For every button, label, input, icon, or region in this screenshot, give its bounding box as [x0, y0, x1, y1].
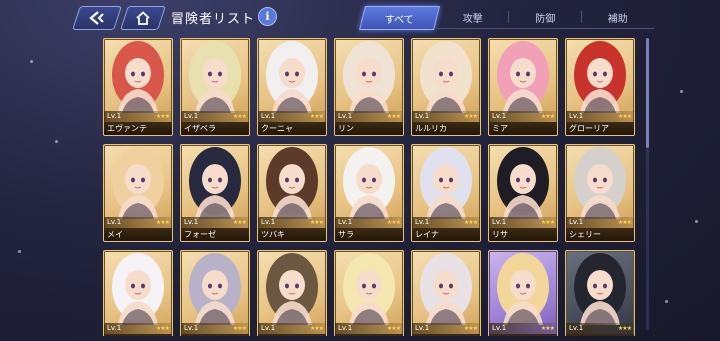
character-name [258, 334, 326, 336]
back-arrow-icon [89, 11, 104, 25]
adventurer-card[interactable]: Lv.1 ★★★ [565, 250, 635, 336]
back-button[interactable] [72, 6, 122, 30]
star-rating: ★★★ [617, 219, 632, 226]
filter-tabs: すべて 攻撃 防御 補助 [359, 6, 654, 30]
star-rating: ★★★ [232, 113, 247, 120]
star-rating: ★★★ [232, 219, 247, 226]
character-portrait [112, 253, 164, 325]
character-name: クーニャ [258, 122, 326, 135]
character-portrait [266, 147, 318, 219]
character-name [566, 334, 634, 336]
tab-all[interactable]: すべて [359, 6, 440, 30]
tab-defense[interactable]: 防御 [509, 6, 582, 29]
adventurer-card[interactable]: Lv.1 ★★★ エヴァンテ [103, 38, 173, 136]
character-portrait [112, 41, 164, 113]
character-name: ルルリカ [412, 122, 480, 135]
character-name [489, 334, 557, 336]
star-rating: ★★★ [155, 325, 170, 332]
adventurer-card[interactable]: Lv.1 ★★★ [180, 250, 250, 336]
character-name: イザベラ [181, 122, 249, 135]
character-name: リサ [489, 228, 557, 241]
character-name: リン [335, 122, 403, 135]
star-rating: ★★★ [309, 113, 324, 120]
adventurer-card[interactable]: Lv.1 ★★★ [488, 250, 558, 336]
star-rating: ★★★ [155, 113, 170, 120]
character-portrait [574, 253, 626, 325]
character-portrait [574, 147, 626, 219]
star-rating: ★★★ [463, 113, 478, 120]
character-name [181, 334, 249, 336]
star-rating: ★★★ [540, 113, 555, 120]
adventurer-card[interactable]: Lv.1 ★★★ [257, 250, 327, 336]
character-portrait [420, 41, 472, 113]
character-name: レイナ [412, 228, 480, 241]
adventurer-card[interactable]: Lv.1 ★★★ リン [334, 38, 404, 136]
home-button[interactable] [120, 6, 166, 30]
adventurer-card[interactable]: Lv.1 ★★★ ツバキ [257, 144, 327, 242]
adventurer-card[interactable]: Lv.1 ★★★ サラ [334, 144, 404, 242]
star-rating: ★★★ [309, 219, 324, 226]
character-name [412, 334, 480, 336]
character-portrait [420, 147, 472, 219]
character-portrait [266, 41, 318, 113]
character-portrait [497, 41, 549, 113]
character-name: グローリア [566, 122, 634, 135]
character-portrait [343, 41, 395, 113]
character-name: ツバキ [258, 228, 326, 241]
character-name [335, 334, 403, 336]
home-icon [136, 11, 150, 25]
adventurer-card[interactable]: Lv.1 ★★★ イザベラ [180, 38, 250, 136]
help-icon[interactable]: i [258, 7, 277, 26]
character-portrait [497, 147, 549, 219]
scroll-thumb[interactable] [646, 38, 649, 148]
character-portrait [189, 41, 241, 113]
character-portrait [574, 41, 626, 113]
star-rating: ★★★ [386, 113, 401, 120]
star-rating: ★★★ [463, 325, 478, 332]
character-portrait [266, 253, 318, 325]
adventurer-card[interactable]: Lv.1 ★★★ フォーゼ [180, 144, 250, 242]
character-portrait [112, 147, 164, 219]
character-portrait [189, 253, 241, 325]
character-name: サラ [335, 228, 403, 241]
character-name: メイ [104, 228, 172, 241]
adventurer-card[interactable]: Lv.1 ★★★ ミア [488, 38, 558, 136]
character-portrait [343, 253, 395, 325]
character-portrait [189, 147, 241, 219]
star-rating: ★★★ [386, 219, 401, 226]
character-portrait [420, 253, 472, 325]
adventurer-card[interactable]: Lv.1 ★★★ シェリー [565, 144, 635, 242]
character-portrait [343, 147, 395, 219]
star-rating: ★★★ [463, 219, 478, 226]
adventurer-card[interactable]: Lv.1 ★★★ レイナ [411, 144, 481, 242]
adventurer-card[interactable]: Lv.1 ★★★ [334, 250, 404, 336]
star-rating: ★★★ [155, 219, 170, 226]
star-rating: ★★★ [617, 113, 632, 120]
star-rating: ★★★ [232, 325, 247, 332]
character-name [104, 334, 172, 336]
character-portrait [497, 253, 549, 325]
adventurer-card[interactable]: Lv.1 ★★★ クーニャ [257, 38, 327, 136]
star-rating: ★★★ [386, 325, 401, 332]
adventurer-card[interactable]: Lv.1 ★★★ [103, 250, 173, 336]
adventurer-card[interactable]: Lv.1 ★★★ メイ [103, 144, 173, 242]
star-rating: ★★★ [540, 325, 555, 332]
adventurer-card[interactable]: Lv.1 ★★★ ルルリカ [411, 38, 481, 136]
character-name: シェリー [566, 228, 634, 241]
adventurer-card[interactable]: Lv.1 ★★★ グローリア [565, 38, 635, 136]
tab-support[interactable]: 補助 [581, 6, 654, 29]
adventurer-card[interactable]: Lv.1 ★★★ [411, 250, 481, 336]
adventurer-grid: Lv.1 ★★★ エヴァンテ Lv.1 ★★★ イザベラ Lv.1 ★★★ クーニャ Lv.1 ★★… [103, 36, 643, 336]
tab-attack[interactable]: 攻撃 [436, 6, 509, 29]
character-name: フォーゼ [181, 228, 249, 241]
page-title: 冒険者リスト [171, 12, 256, 27]
star-rating: ★★★ [540, 219, 555, 226]
character-name: ミア [489, 122, 557, 135]
scrollbar[interactable] [646, 38, 649, 330]
character-name: エヴァンテ [104, 122, 172, 135]
star-rating: ★★★ [617, 325, 632, 332]
star-rating: ★★★ [309, 325, 324, 332]
top-bar: 冒険者リスト i すべて 攻撃 防御 補助 [0, 0, 720, 34]
adventurer-card[interactable]: Lv.1 ★★★ リサ [488, 144, 558, 242]
